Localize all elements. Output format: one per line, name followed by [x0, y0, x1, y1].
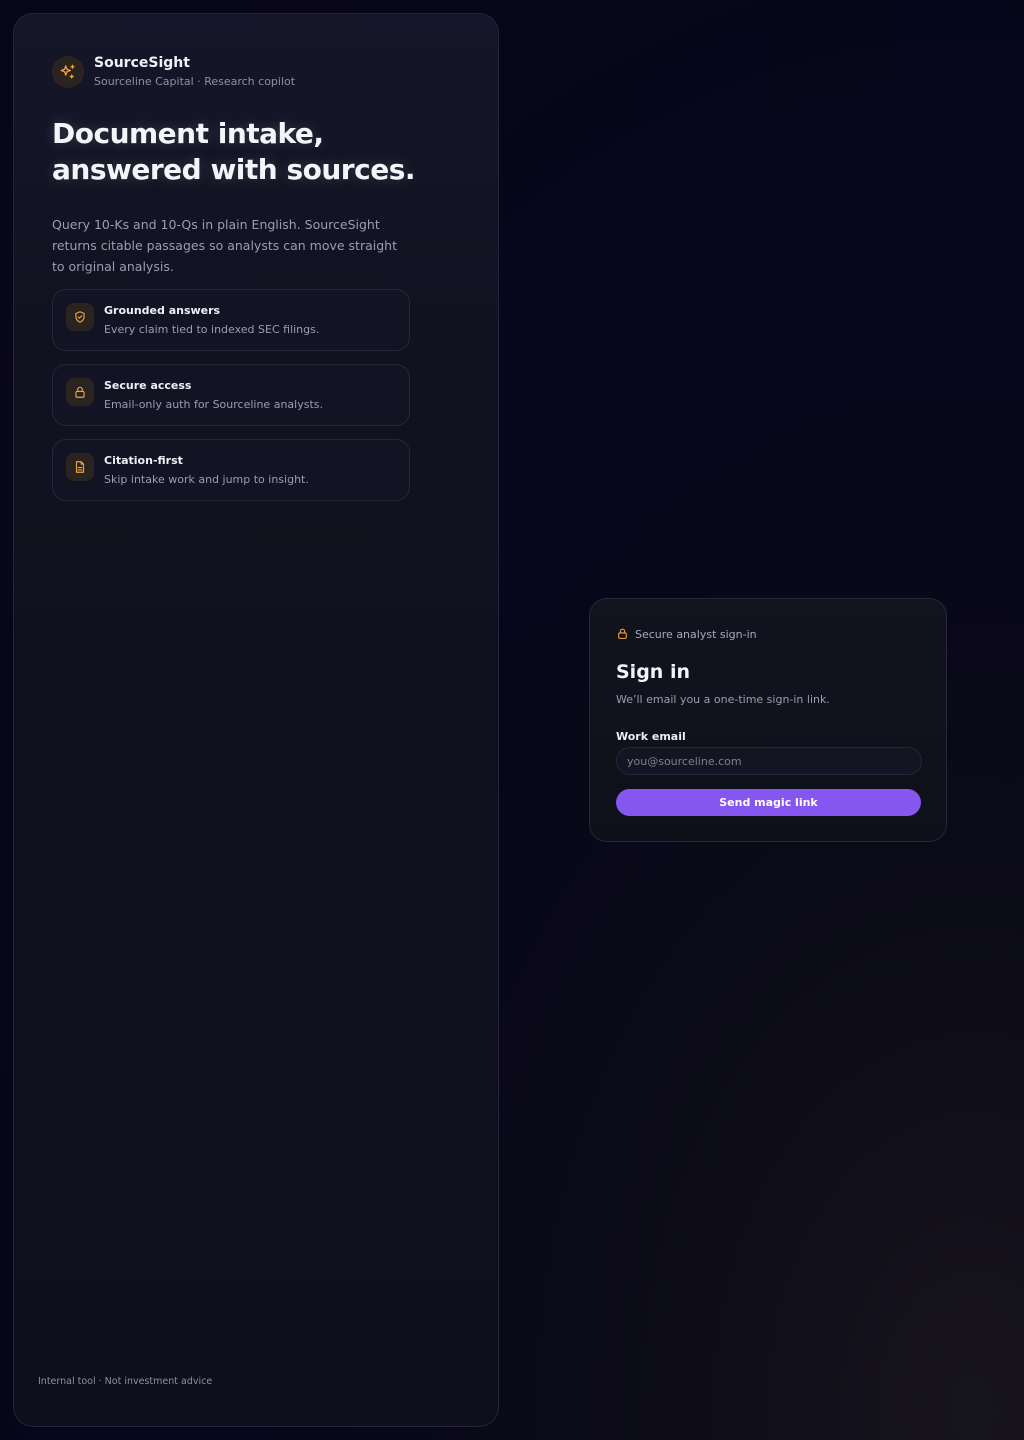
secure-signin-text: Secure analyst sign-in	[635, 628, 757, 641]
signin-subtitle: We’ll email you a one-time sign-in link.	[616, 693, 830, 706]
feature-title: Citation-first	[104, 453, 183, 467]
document-icon	[66, 453, 94, 481]
brand-panel: SourceSight Sourceline Capital · Researc…	[13, 13, 499, 1427]
feature-card-grounded-answers: Grounded answers Every claim tied to ind…	[52, 289, 410, 351]
lock-icon	[66, 378, 94, 406]
page-headline: Document intake, answered with sources.	[52, 117, 416, 186]
sparkles-icon	[52, 55, 84, 88]
footer-disclaimer: Internal tool · Not investment advice	[38, 1376, 213, 1387]
feature-title: Grounded answers	[104, 303, 221, 317]
signin-card: Secure analyst sign-in Sign in We’ll ema…	[589, 598, 947, 842]
signin-title: Sign in	[616, 661, 690, 683]
shield-check-icon	[66, 303, 94, 331]
feature-description: Skip intake work and jump to insight.	[104, 472, 309, 486]
feature-description: Every claim tied to indexed SEC filings.	[104, 322, 320, 336]
feature-card-secure-access: Secure access Email-only auth for Source…	[52, 364, 410, 426]
feature-title: Secure access	[104, 378, 192, 392]
feature-description: Email-only auth for Sourceline analysts.	[104, 397, 323, 411]
secure-signin-label: Secure analyst sign-in	[616, 625, 757, 644]
brand-subtitle: Sourceline Capital · Research copilot	[94, 75, 296, 88]
lead-paragraph: Query 10-Ks and 10-Qs in plain English. …	[52, 217, 397, 274]
send-magic-link-button[interactable]: Send magic link	[616, 789, 921, 816]
brand-header: SourceSight Sourceline Capital · Researc…	[52, 54, 295, 89]
feature-card-citation-first: Citation-first Skip intake work and jump…	[52, 439, 410, 501]
email-field-label: Work email	[616, 730, 686, 743]
email-field[interactable]	[616, 747, 922, 775]
brand-name: SourceSight	[94, 55, 190, 71]
lock-icon	[616, 625, 629, 644]
